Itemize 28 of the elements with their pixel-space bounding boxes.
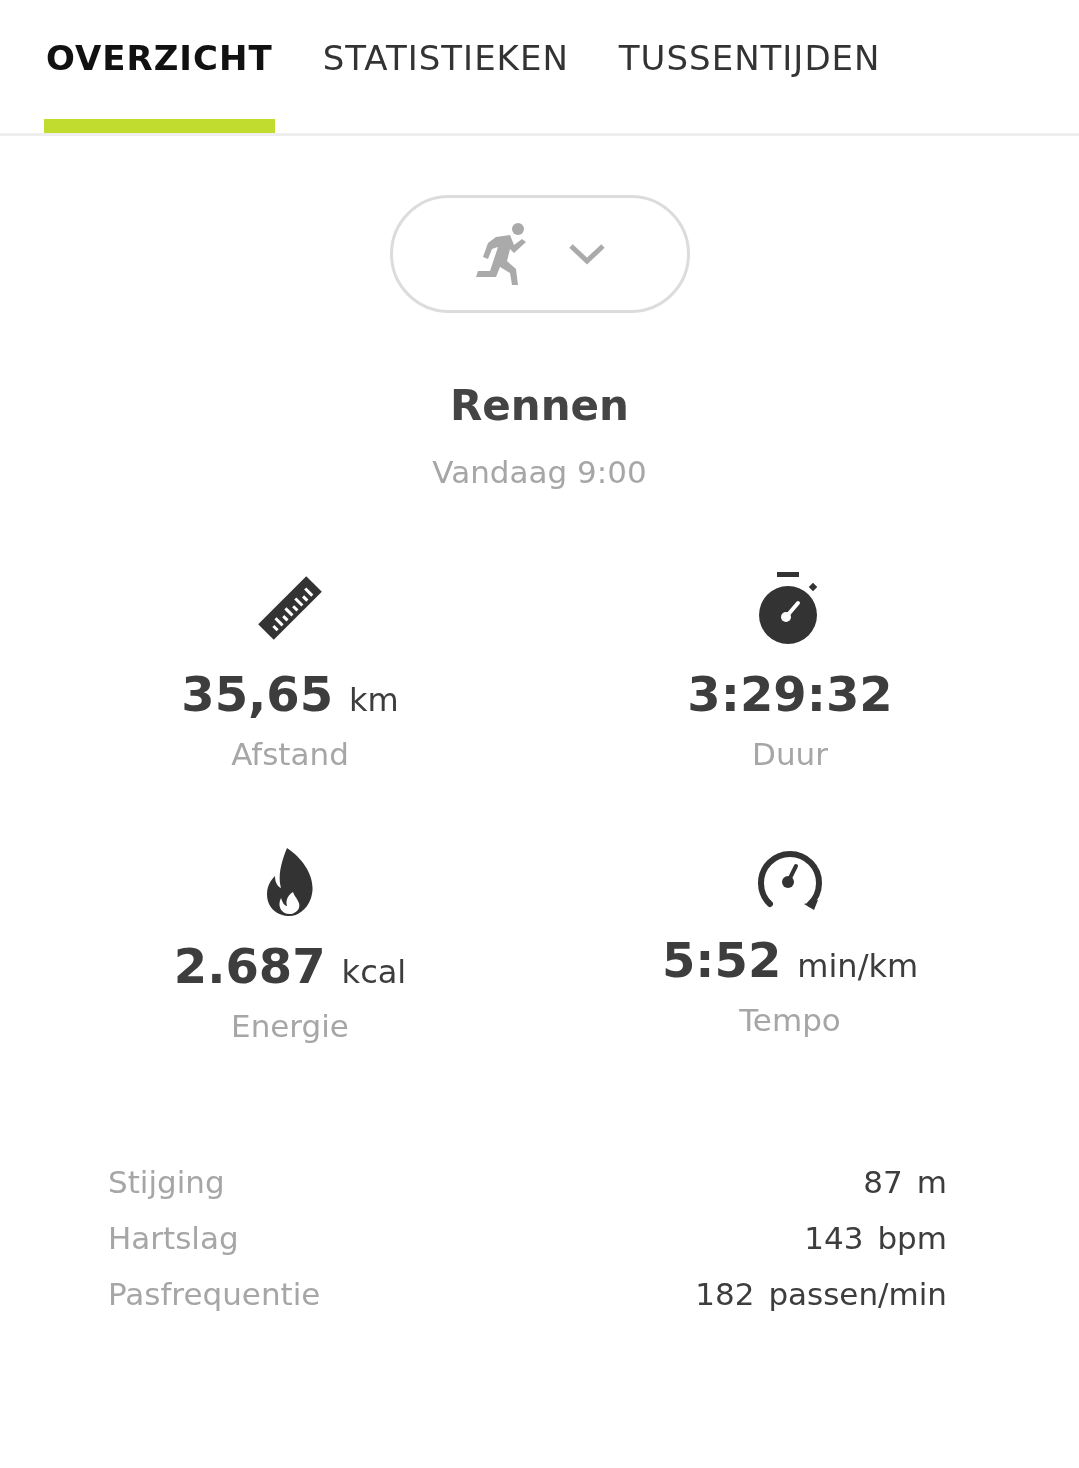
tab[interactable]: TUSSENTIJDEN	[616, 0, 883, 133]
stat-value: 2.687	[173, 938, 326, 994]
stat-label: Energie	[231, 1008, 349, 1044]
tab[interactable]: OVERZICHT	[44, 0, 275, 133]
stat-unit: min/km	[797, 947, 919, 985]
detail-value: 143	[804, 1220, 864, 1256]
stat-label: Afstand	[231, 736, 349, 772]
detail-label: Stijging	[108, 1164, 225, 1200]
detail-unit: passen/min	[768, 1276, 947, 1312]
activity-title: Rennen	[450, 381, 629, 430]
stat-unit: km	[349, 681, 399, 719]
tab[interactable]: STATISTIEKEN	[320, 0, 571, 133]
chevron-down-icon	[567, 243, 606, 265]
detail-value: 182	[695, 1276, 755, 1312]
gauge-icon	[756, 848, 824, 910]
stat-value: 5:52	[661, 932, 782, 988]
detail-label: Pasfrequentie	[108, 1276, 321, 1312]
stat-value: 35,65	[181, 666, 334, 722]
stat-unit: kcal	[341, 953, 407, 991]
detail-value: 87	[863, 1164, 903, 1200]
detail-unit: bpm	[877, 1220, 947, 1256]
stat-label: Tempo	[739, 1002, 841, 1038]
detail-unit: m	[916, 1164, 947, 1200]
activity-time: Vandaag 9:00	[432, 454, 647, 490]
stat-label: Duur	[752, 736, 828, 772]
detail-label: Hartslag	[108, 1220, 239, 1256]
stat-value: 3:29:32	[687, 666, 893, 722]
flame-icon	[265, 848, 315, 916]
